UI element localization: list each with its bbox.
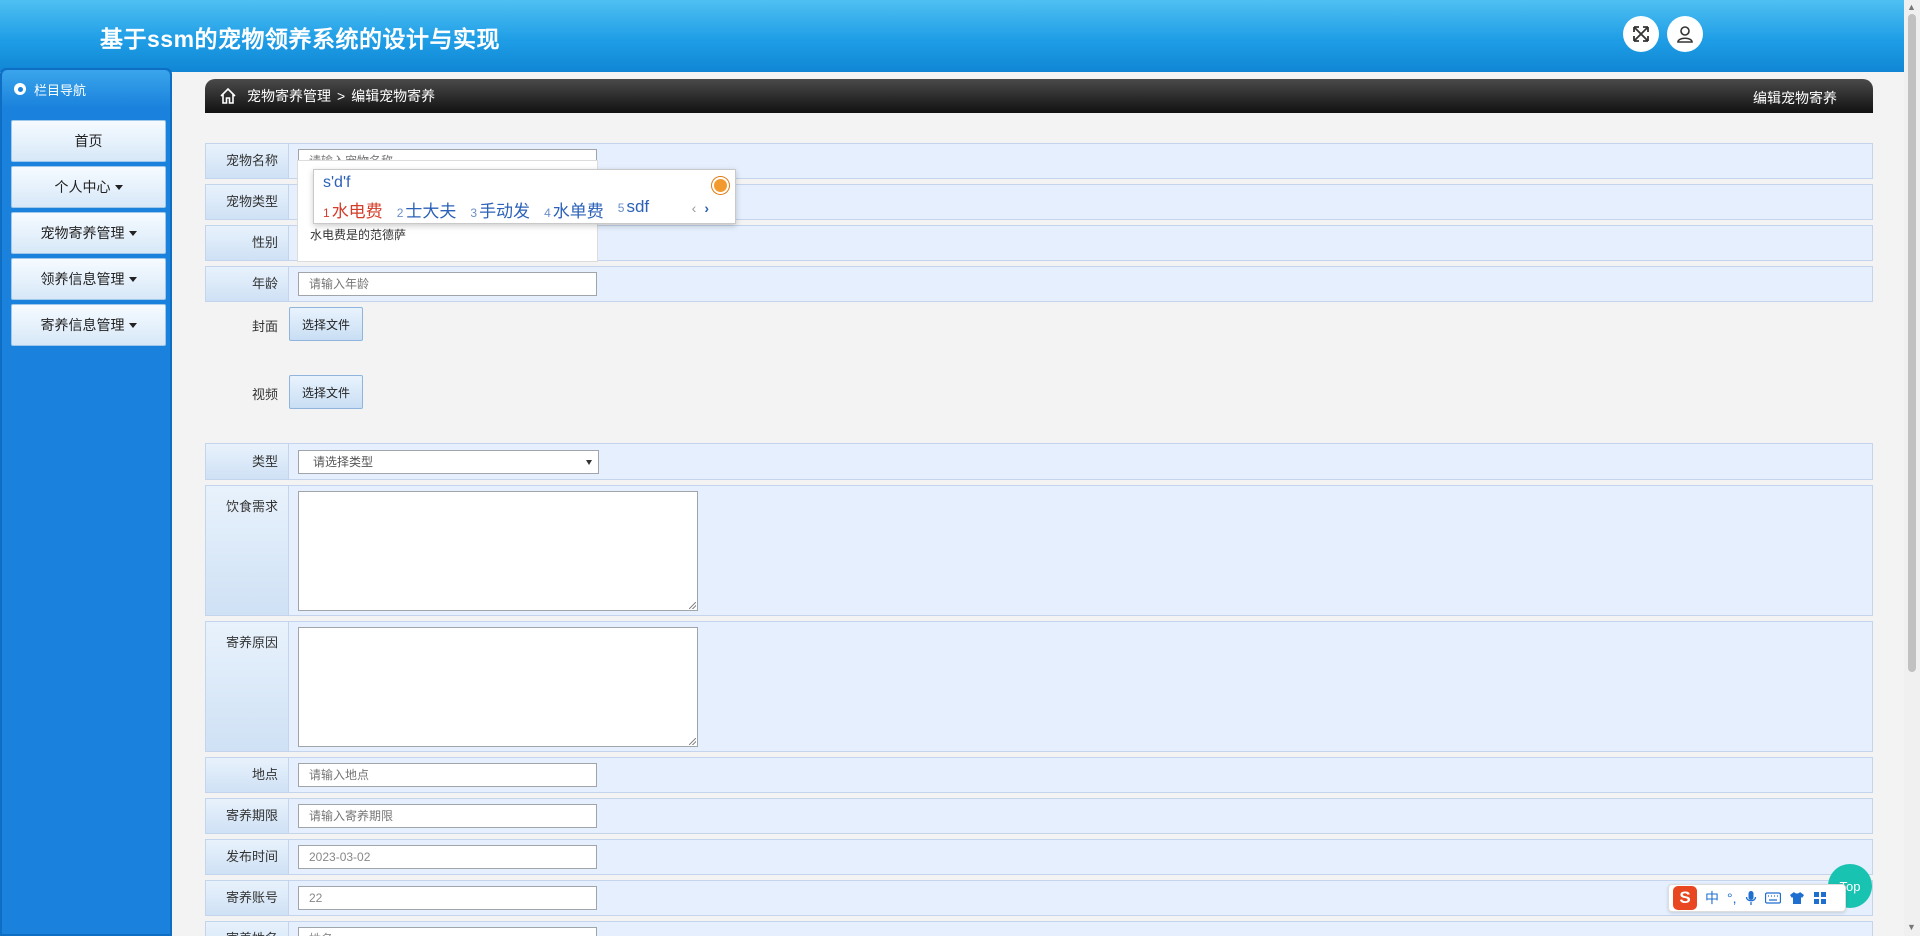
ime-candidate[interactable]: 4 水单费	[544, 197, 604, 222]
field-label: 宠物类型	[206, 185, 289, 219]
diet-textarea[interactable]	[298, 491, 698, 611]
sidebar-item-label: 首页	[74, 133, 103, 149]
form-row-category: 类型 请选择类型	[205, 443, 1873, 480]
period-input[interactable]	[298, 804, 597, 828]
form-row-reason: 寄养原因	[205, 621, 1873, 752]
field-label: 视频	[251, 387, 278, 402]
ime-candidates: 1 水电费 2 士大夫 3 手动发 4 水单费 5 sdf	[323, 197, 649, 222]
field-label: 地点	[206, 758, 289, 792]
app-title: 基于ssm的宠物领养系统的设计与实现	[100, 26, 501, 52]
user-icon	[1677, 26, 1693, 43]
sidebar: 栏目导航 首页 个人中心 宠物寄养管理 领养信息管理 寄养信息管理	[0, 68, 172, 936]
cover-file-button[interactable]: 选择文件	[289, 307, 363, 341]
form-row-partial: 寄养姓名 姓名	[205, 921, 1873, 936]
ime-punct-toggle[interactable]: °,	[1727, 890, 1737, 906]
caret-down-icon	[114, 184, 123, 190]
ime-candidate[interactable]: 2 士大夫	[397, 197, 457, 222]
breadcrumb-separator: >	[337, 88, 346, 104]
form-row-account: 寄养账号 22	[205, 880, 1873, 916]
breadcrumb: 宠物寄养管理 > 编辑宠物寄养 编辑宠物寄养	[205, 79, 1873, 113]
field-label: 饮食需求	[206, 486, 289, 615]
user-button[interactable]	[1667, 16, 1703, 52]
ime-pinyin: s'd'f	[323, 174, 351, 191]
ime-candidate[interactable]: 5 sdf	[618, 197, 649, 222]
form-row-cover: 封面 选择文件	[205, 307, 1873, 343]
name-input[interactable]: 姓名	[298, 927, 597, 936]
sidebar-item-label: 领养信息管理	[40, 271, 125, 287]
form-row-video: 视频 选择文件	[205, 375, 1873, 411]
breadcrumb-section[interactable]: 宠物寄养管理	[247, 86, 331, 106]
field-label: 寄养期限	[206, 799, 289, 833]
form-row-age: 年龄	[205, 266, 1873, 302]
fullscreen-icon	[1633, 26, 1649, 42]
sidebar-item-label: 个人中心	[54, 179, 111, 195]
field-label: 寄养账号	[206, 881, 289, 915]
shirt-icon[interactable]	[1789, 891, 1805, 905]
page-scrollbar[interactable]: ▲ ▼	[1904, 0, 1920, 936]
top-header: 基于ssm的宠物领养系统的设计与实现	[0, 0, 1904, 72]
caret-down-icon	[128, 322, 137, 328]
fullscreen-button[interactable]	[1623, 16, 1659, 52]
category-select[interactable]: 请选择类型	[298, 450, 599, 474]
field-label: 宠物名称	[206, 144, 289, 178]
scrollbar-thumb[interactable]	[1908, 14, 1916, 672]
ime-candidate[interactable]: 1 水电费	[323, 197, 383, 222]
select-arrow-icon	[586, 460, 592, 465]
ime-skin-icon[interactable]	[712, 177, 729, 194]
field-label: 发布时间	[206, 840, 289, 874]
form-row-publish-time: 发布时间 2023-03-02	[205, 839, 1873, 875]
autocomplete-item[interactable]: 水电费是的范德萨	[310, 226, 406, 243]
sidebar-item-home[interactable]: 首页	[11, 120, 166, 162]
page-title: 编辑宠物寄养	[1753, 90, 1837, 106]
sidebar-item-label: 寄养信息管理	[40, 317, 125, 333]
reason-textarea[interactable]	[298, 627, 698, 747]
home-icon[interactable]	[219, 87, 237, 105]
form-row-diet: 饮食需求	[205, 485, 1873, 616]
field-label: 年龄	[206, 267, 289, 301]
publish-time-input[interactable]: 2023-03-02	[298, 845, 597, 869]
sidebar-item-label: 宠物寄养管理	[40, 225, 125, 241]
scroll-down-arrow-icon[interactable]: ▼	[1907, 922, 1916, 932]
scroll-up-arrow-icon[interactable]: ▲	[1907, 2, 1916, 12]
sidebar-header: 栏目导航	[2, 70, 170, 108]
caret-down-icon	[128, 276, 137, 282]
breadcrumb-page: 编辑宠物寄养	[351, 88, 436, 104]
caret-down-icon	[128, 230, 137, 236]
form-row-period: 寄养期限	[205, 798, 1873, 834]
sidebar-item-personal-center[interactable]: 个人中心	[11, 166, 166, 208]
location-input[interactable]	[298, 763, 597, 787]
sogou-logo-icon[interactable]: S	[1673, 886, 1697, 910]
ime-candidate[interactable]: 3 手动发	[470, 197, 530, 222]
field-label: 类型	[206, 444, 289, 479]
category-select-value: 请选择类型	[313, 455, 374, 469]
field-label: 寄养姓名	[206, 922, 289, 936]
sidebar-item-pet-boarding[interactable]: 宠物寄养管理	[11, 212, 166, 254]
nav-dot-icon	[14, 83, 26, 95]
sidebar-item-adoption-info[interactable]: 领养信息管理	[11, 258, 166, 300]
keyboard-icon[interactable]	[1764, 892, 1781, 904]
grid-icon[interactable]	[1813, 891, 1827, 905]
field-label: 封面	[251, 319, 278, 334]
video-file-button[interactable]: 选择文件	[289, 375, 363, 409]
field-label: 性别	[206, 226, 289, 260]
ime-candidate-popup: s'd'f 1 水电费 2 士大夫 3 手动发 4 水单费 5 sdf ‹ ›	[313, 169, 736, 224]
mic-icon[interactable]	[1745, 890, 1757, 906]
form-row-location: 地点	[205, 757, 1873, 793]
ime-toolbar: S 中 °,	[1668, 884, 1846, 912]
field-label: 寄养原因	[206, 622, 289, 751]
ime-pager: ‹ ›	[692, 200, 709, 216]
sidebar-heading: 栏目导航	[34, 82, 87, 98]
age-input[interactable]	[298, 272, 597, 296]
account-input[interactable]: 22	[298, 886, 597, 910]
ime-prev-icon[interactable]: ‹	[692, 200, 697, 216]
ime-next-icon[interactable]: ›	[704, 200, 709, 216]
ime-mode-toggle[interactable]: 中	[1705, 888, 1719, 908]
sidebar-item-boarding-info[interactable]: 寄养信息管理	[11, 304, 166, 346]
